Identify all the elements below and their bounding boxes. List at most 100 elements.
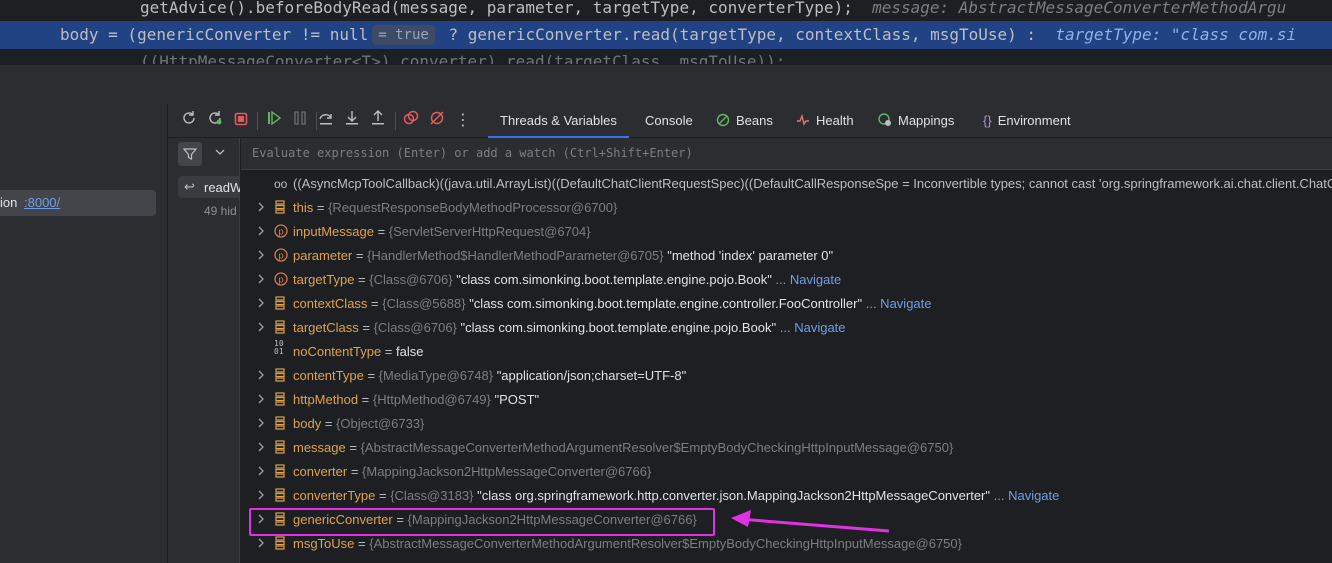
inline-value-hint: message: AbstractMessageConverterMethodA… — [872, 0, 1287, 17]
variable-row[interactable]: converterType = {Class@3183} "class org.… — [241, 484, 1332, 508]
variable-value: "class com.simonking.boot.template.engin… — [469, 296, 863, 311]
code-line[interactable]: ((HttpMessageConverter<T>) converter).re… — [0, 48, 1332, 64]
variable-type: {MediaType@6748} — [378, 368, 494, 383]
chevron-right-icon[interactable] — [257, 364, 265, 388]
chevron-right-icon[interactable] — [257, 460, 265, 484]
variable-content: body = {Object@6733} — [293, 412, 424, 436]
navigate-link[interactable]: ... Navigate — [866, 296, 932, 311]
variable-row[interactable]: contextClass = {Class@5688} "class com.s… — [241, 292, 1332, 316]
code-line[interactable]: getAdvice().beforeBodyRead(message, para… — [0, 0, 1332, 22]
pause-icon[interactable] — [289, 110, 311, 132]
variable-name: msgToUse — [293, 536, 355, 551]
variable-row[interactable]: p parameter = {HandlerMethod$HandlerMetho… — [241, 244, 1332, 268]
variable-name: parameter — [293, 248, 353, 263]
thread-frame-label: readW — [204, 180, 240, 195]
step-into-icon[interactable] — [341, 110, 363, 132]
field-icon — [274, 388, 286, 412]
frame-link[interactable]: :8000/ — [24, 195, 60, 210]
variable-row[interactable]: message = {AbstractMessageConverterMetho… — [241, 436, 1332, 460]
tab-health[interactable]: Health — [796, 104, 854, 138]
equals-sign: = — [363, 368, 379, 383]
rerun-icon[interactable] — [178, 110, 200, 132]
resume-icon[interactable] — [263, 110, 285, 132]
equals-sign: = — [313, 200, 329, 215]
chevron-right-icon[interactable] — [257, 196, 265, 220]
variable-row[interactable]: httpMethod = {HttpMethod@6749} "POST" — [241, 388, 1332, 412]
tab-label: Console — [645, 113, 693, 128]
parameter-icon: p — [274, 244, 288, 268]
field-icon — [274, 460, 286, 484]
variable-row[interactable]: 10 01 noContentType = false — [241, 340, 1332, 364]
variable-content: targetType = {Class@6706} "class com.sim… — [293, 268, 841, 292]
tab-console[interactable]: Console — [645, 104, 693, 138]
chevron-right-icon[interactable] — [257, 268, 265, 292]
tab-threads-variables[interactable]: Threads & Variables — [488, 104, 629, 138]
variable-name: message — [293, 440, 346, 455]
hidden-frames-label[interactable]: 49 hid — [204, 204, 240, 218]
field-icon — [274, 436, 286, 460]
watch-row[interactable]: oo ((AsyncMcpToolCallback)((java.util.Ar… — [241, 172, 1332, 196]
equals-sign: = — [354, 272, 370, 287]
chevron-right-icon[interactable] — [257, 436, 265, 460]
environment-icon: {} — [983, 113, 992, 128]
navigate-link[interactable]: ... Navigate — [775, 272, 841, 287]
variable-value: "class com.simonking.boot.template.engin… — [460, 320, 777, 335]
step-out-icon[interactable] — [367, 110, 389, 132]
tab-label: Beans — [736, 113, 773, 128]
restart-icon[interactable] — [204, 110, 226, 132]
code-text: ? genericConverter.read(targetType, cont… — [438, 25, 1037, 44]
frame-label: ion — [0, 195, 18, 210]
evaluate-expression-field[interactable]: Evaluate expression (Enter) or add a wat… — [241, 138, 1332, 170]
variable-content: this = {RequestResponseBodyMethodProcess… — [293, 196, 617, 220]
variable-row[interactable]: contentType = {MediaType@6748} "applicat… — [241, 364, 1332, 388]
variable-row[interactable]: targetClass = {Class@6706} "class com.si… — [241, 316, 1332, 340]
frame-item-selected[interactable]: ion :8000/ — [0, 190, 156, 216]
navigate-link[interactable]: ... Navigate — [780, 320, 846, 335]
code-editor[interactable]: getAdvice().beforeBodyRead(message, para… — [0, 0, 1332, 64]
code-line-current[interactable]: body = (genericConverter != null = true ?… — [0, 21, 1332, 49]
variable-name: converter — [293, 464, 348, 479]
chevron-right-icon[interactable] — [257, 388, 265, 412]
tab-mappings[interactable]: Mappings — [878, 104, 954, 138]
variable-type: {Class@6706} — [369, 272, 453, 287]
variable-value: "POST" — [494, 392, 540, 407]
tab-environment[interactable]: {} Environment — [983, 104, 1071, 138]
return-icon: ↩ — [184, 179, 195, 194]
chevron-right-icon[interactable] — [257, 484, 265, 508]
tab-label: Health — [816, 113, 854, 128]
chevron-down-icon[interactable] — [215, 145, 225, 160]
chevron-right-icon[interactable] — [257, 316, 265, 340]
more-icon[interactable]: ⋮ — [452, 110, 474, 132]
variable-type: {HandlerMethod$HandlerMethodParameter@67… — [367, 248, 664, 263]
variable-name: targetClass — [293, 320, 359, 335]
threads-panel: ↩ readW 49 hid — [168, 104, 240, 563]
equals-sign: = — [358, 320, 374, 335]
variable-row[interactable]: converter = {MappingJackson2HttpMessageC… — [241, 460, 1332, 484]
chevron-right-icon[interactable] — [257, 292, 265, 316]
tab-beans[interactable]: Beans — [716, 104, 773, 138]
filter-icon[interactable] — [178, 142, 202, 166]
field-icon — [274, 364, 286, 388]
chevron-right-icon[interactable] — [257, 220, 265, 244]
chevron-right-icon[interactable] — [257, 244, 265, 268]
variable-type: {AbstractMessageConverterMethodArgumentR… — [360, 440, 954, 455]
variable-row[interactable]: p inputMessage = {ServletServerHttpReques… — [241, 220, 1332, 244]
field-icon — [274, 316, 286, 340]
mute-breakpoints-icon[interactable] — [426, 110, 448, 132]
variable-row[interactable]: body = {Object@6733} — [241, 412, 1332, 436]
variable-row[interactable]: p targetType = {Class@6706} "class com.si… — [241, 268, 1332, 292]
navigate-link[interactable]: ... Navigate — [994, 488, 1060, 503]
variable-value: "application/json;charset=UTF-8" — [496, 368, 687, 383]
variable-row[interactable]: this = {RequestResponseBodyMethodProcess… — [241, 196, 1332, 220]
variable-name: contentType — [293, 368, 364, 383]
equals-sign: = — [347, 464, 363, 479]
step-over-icon[interactable] — [315, 110, 337, 132]
equals-sign: = — [345, 440, 361, 455]
field-icon — [274, 292, 286, 316]
thread-frame-item[interactable]: ↩ readW — [178, 176, 240, 198]
stop-icon[interactable] — [230, 110, 252, 132]
tab-label: Environment — [997, 113, 1071, 128]
view-breakpoints-icon[interactable] — [400, 110, 422, 132]
variable-name: targetType — [293, 272, 355, 287]
chevron-right-icon[interactable] — [257, 412, 265, 436]
